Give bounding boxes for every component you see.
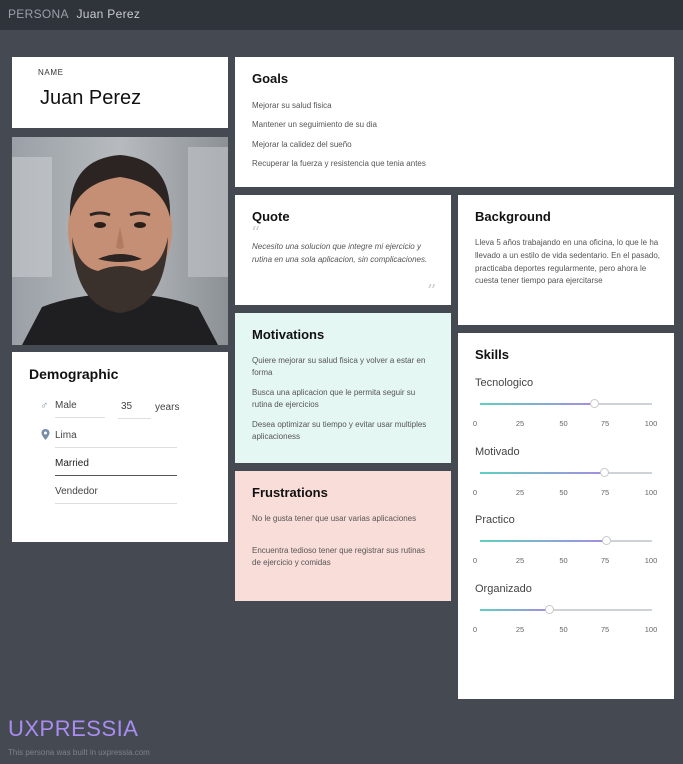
skill-scale-tick: 50 xyxy=(559,419,568,428)
age-unit: years xyxy=(155,402,180,413)
skill-slider-thumb[interactable] xyxy=(599,467,609,477)
skill-slider-fill xyxy=(480,608,549,611)
gender-male-icon: ♂ xyxy=(40,400,49,412)
uxpressia-logo[interactable]: UXPRESSIA xyxy=(8,716,138,742)
skill-scale-tick: 75 xyxy=(600,624,610,634)
quote-title: Quote xyxy=(252,209,290,224)
persona-name[interactable]: Juan Perez xyxy=(40,87,141,110)
background-title: Background xyxy=(475,209,551,224)
skill-scale-tick: 0 xyxy=(472,419,478,428)
topbar-persona-name: Juan Perez xyxy=(76,7,141,21)
motivations-title: Motivations xyxy=(252,327,325,342)
skill-scale-tick: 100 xyxy=(644,556,658,565)
skill-slider-thumb[interactable] xyxy=(601,536,611,545)
skill-scale-tick: 25 xyxy=(515,556,525,565)
motivation-item[interactable]: Desea optimizar su tiempo y evitar usar … xyxy=(252,419,434,443)
skill-slider[interactable] xyxy=(480,604,652,614)
skill-scale-tick: 75 xyxy=(600,419,610,428)
marital-status-field[interactable]: Married xyxy=(55,458,177,476)
motivation-item[interactable]: Quiere mejorar su salud fisica y volver … xyxy=(252,355,434,379)
footer-note[interactable]: This persona was built in uxpressia.com xyxy=(8,748,150,757)
goal-item[interactable]: Mejorar su salud fisica xyxy=(252,100,332,112)
skills-title: Skills xyxy=(475,347,509,362)
frustrations-title: Frustrations xyxy=(252,485,328,500)
skill-slider-fill xyxy=(480,471,604,474)
skill-scale-tick: 25 xyxy=(515,487,525,497)
skill-scale-tick: 0 xyxy=(472,487,478,497)
skill-row: Organizado 0 25 50 75 100 xyxy=(458,583,674,643)
goals-title: Goals xyxy=(252,71,289,86)
skill-scale: 0 25 50 75 100 xyxy=(472,556,660,566)
skill-name: Organizado xyxy=(475,582,532,595)
close-quote-icon: ” xyxy=(427,281,437,302)
skill-slider-fill xyxy=(480,403,594,405)
name-card: NAME Juan Perez xyxy=(12,57,228,128)
demographic-card: Demographic ♂ Male 35 years Lima Married… xyxy=(12,352,228,542)
skill-name: Practico xyxy=(475,514,515,526)
skill-scale: 0 25 50 75 100 xyxy=(472,487,660,498)
skill-scale-tick: 100 xyxy=(644,624,658,634)
skill-scale: 0 25 50 75 100 xyxy=(472,419,660,429)
gender-field[interactable]: Male xyxy=(55,400,105,418)
skill-row: Tecnologico 0 25 50 75 100 xyxy=(458,377,674,437)
motivations-card: Motivations Quiere mejorar su salud fisi… xyxy=(235,313,451,463)
motivation-item[interactable]: Busca una aplicacion que le permita segu… xyxy=(252,387,434,411)
goal-item[interactable]: Mejorar la calidez del sueño xyxy=(252,139,352,151)
frustrations-card: Frustrations No le gusta tener que usar … xyxy=(235,471,451,601)
quote-text[interactable]: Necesito una solucion que integre mi eje… xyxy=(252,241,430,267)
skill-scale-tick: 50 xyxy=(559,624,568,634)
goal-item[interactable]: Recuperar la fuerza y resistencia que te… xyxy=(252,158,426,170)
skill-slider[interactable] xyxy=(480,536,652,545)
skill-name: Motivado xyxy=(475,445,520,458)
background-card: Background Lleva 5 años trabajando en un… xyxy=(458,195,674,325)
quote-card: Quote “ Necesito una solucion que integr… xyxy=(235,195,451,305)
skill-scale-tick: 100 xyxy=(644,487,658,497)
skill-name: Tecnologico xyxy=(475,377,534,389)
persona-tag: PERSONA xyxy=(8,7,69,21)
skill-scale-tick: 0 xyxy=(472,624,478,634)
name-label: NAME xyxy=(38,68,64,77)
skill-scale-tick: 25 xyxy=(515,419,525,428)
skill-slider-thumb[interactable] xyxy=(589,399,599,408)
demographic-title: Demographic xyxy=(29,366,119,382)
skill-slider[interactable] xyxy=(480,467,652,477)
skill-scale-tick: 50 xyxy=(559,487,568,497)
top-bar: PERSONA Juan Perez xyxy=(0,0,683,30)
frustration-item[interactable]: No le gusta tener que usar varias aplica… xyxy=(252,513,434,525)
skill-scale-tick: 25 xyxy=(515,624,525,634)
age-field[interactable]: 35 xyxy=(118,401,151,419)
goals-card: Goals Mejorar su salud fisica Mantener u… xyxy=(235,57,674,187)
skills-card: Skills Tecnologico 0 25 50 75 100 Motivado 0 25 5… xyxy=(458,333,674,699)
persona-photo[interactable] xyxy=(12,137,228,345)
skill-scale-tick: 100 xyxy=(644,419,658,428)
occupation-field[interactable]: Vendedor xyxy=(55,486,177,504)
location-field[interactable]: Lima xyxy=(55,430,177,448)
location-pin-icon xyxy=(41,429,50,443)
skill-slider-thumb[interactable] xyxy=(544,604,554,614)
skill-scale-tick: 75 xyxy=(600,556,610,565)
skill-row: Motivado 0 25 50 75 100 xyxy=(458,446,674,506)
skill-slider-fill xyxy=(480,540,606,542)
goal-item[interactable]: Mantener un seguimiento de su dia xyxy=(252,119,377,131)
frustration-item[interactable]: Encuentra tedioso tener que registrar su… xyxy=(252,545,434,569)
skill-scale-tick: 75 xyxy=(600,487,610,497)
skill-slider[interactable] xyxy=(480,399,652,408)
persona-photo-image xyxy=(12,137,228,345)
skill-scale-tick: 0 xyxy=(472,556,478,565)
skill-row: Practico 0 25 50 75 100 xyxy=(458,514,674,574)
skill-scale-tick: 50 xyxy=(559,556,568,565)
background-text[interactable]: Lleva 5 años trabajando en una oficina, … xyxy=(475,237,660,288)
skill-scale: 0 25 50 75 100 xyxy=(472,624,660,635)
